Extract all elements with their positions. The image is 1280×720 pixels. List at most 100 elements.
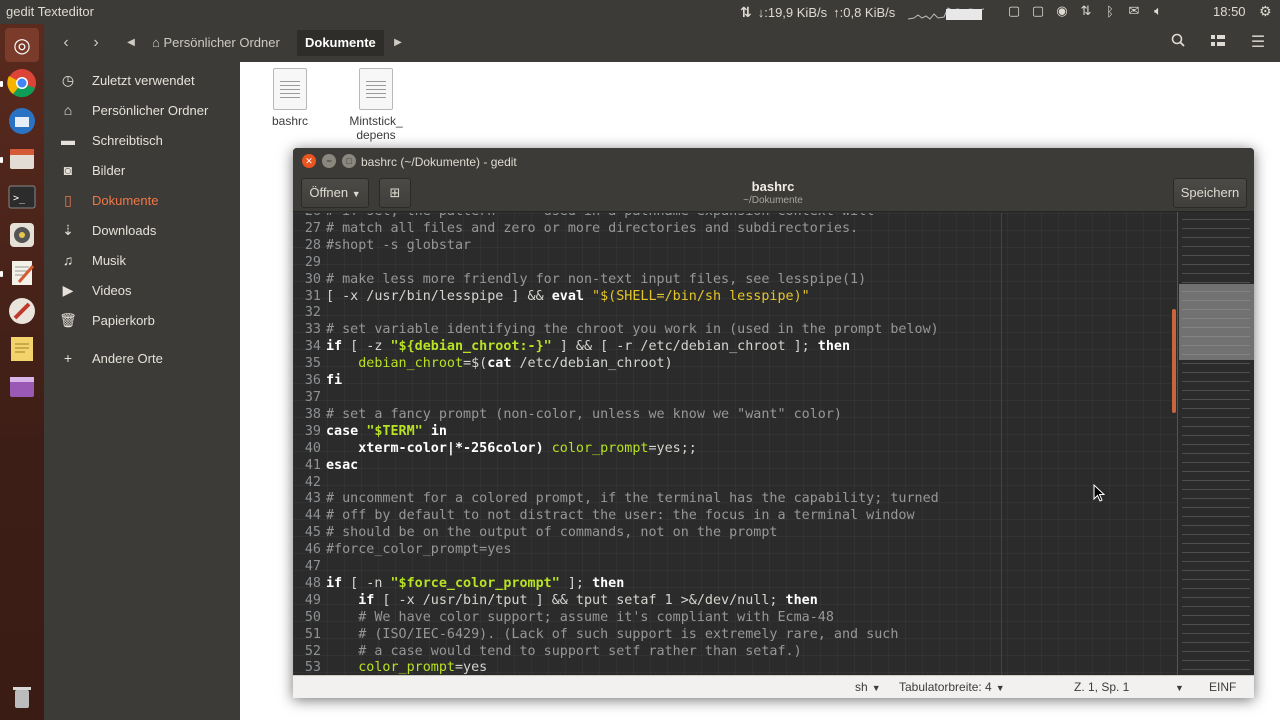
text-editor-icon[interactable] xyxy=(5,256,39,290)
line-number: 52 xyxy=(304,643,321,659)
sidebar-item-trash[interactable]: 🗑︎ Papierkorb xyxy=(44,306,240,334)
close-window-button[interactable]: ✕ xyxy=(302,154,316,168)
position-menu[interactable]: ▼ xyxy=(1171,680,1184,694)
code-line[interactable]: 29 xyxy=(293,255,939,272)
language-selector[interactable]: sh ▼ xyxy=(855,680,881,694)
code-line[interactable]: 33 # set variable identifying the chroot … xyxy=(293,322,939,339)
sidebar-item-music[interactable]: ♫ Musik xyxy=(44,246,240,274)
code-line[interactable]: 32 xyxy=(293,305,939,322)
system-load-graph-icon[interactable] xyxy=(908,6,984,20)
breadcrumb-left-arrow-icon[interactable]: ◀ xyxy=(120,32,142,54)
chrome-icon[interactable] xyxy=(5,66,39,100)
line-text: esac xyxy=(326,457,359,473)
mail-icon[interactable]: ✉ xyxy=(1125,3,1143,19)
code-view[interactable]: 26 # if set, the pattern "**" used in a p… xyxy=(293,213,939,675)
code-line[interactable]: 30 # make less more friendly for non-text… xyxy=(293,272,939,289)
sidebar-item-downloads[interactable]: ⇣ Downloads xyxy=(44,216,240,244)
line-text: # off by default to not distract the use… xyxy=(326,508,915,524)
clock[interactable]: 18:50 xyxy=(1213,4,1246,19)
code-line[interactable]: 36 fi xyxy=(293,373,939,390)
search-icon[interactable] xyxy=(1167,32,1189,54)
sidebar-item-desktop[interactable]: ▬ Schreibtisch xyxy=(44,126,240,154)
code-line[interactable]: 51 # (ISO/IEC-6429). (Lack of such suppo… xyxy=(293,627,939,644)
open-button[interactable]: Öffnen ▼ xyxy=(301,178,369,208)
thunderbird-icon[interactable] xyxy=(5,104,39,138)
tab-width-label: Tabulatorbreite: 4 xyxy=(899,680,992,694)
files-icon[interactable] xyxy=(5,142,39,176)
save-button[interactable]: Speichern xyxy=(1173,178,1247,208)
scrollbar-thumb[interactable] xyxy=(1172,309,1176,413)
back-button[interactable]: ‹ xyxy=(55,32,77,54)
code-line[interactable]: 35 debian_chroot=$(cat /etc/debian_chroo… xyxy=(293,356,939,373)
sidebar-item-videos[interactable]: ▶ Videos xyxy=(44,276,240,304)
network-speed-indicator[interactable]: ⇅ ↓:19,9 KiB/s ↑:0,8 KiB/s xyxy=(740,4,895,21)
code-line[interactable]: 52 # a case would tend to support setf r… xyxy=(293,644,939,661)
line-number: 53 xyxy=(304,660,321,675)
code-line[interactable]: 48 if [ -n "$force_color_prompt" ]; then xyxy=(293,576,939,593)
rhythmbox-icon[interactable] xyxy=(5,218,39,252)
code-line[interactable]: 53 color_prompt=yes xyxy=(293,660,939,675)
minimap-viewport[interactable] xyxy=(1179,284,1254,360)
settings-gear-icon[interactable]: ⚙ xyxy=(1259,3,1272,20)
code-line[interactable]: 28 #shopt -s globstar xyxy=(293,238,939,255)
view-toggle-icon[interactable] xyxy=(1207,32,1229,54)
line-number: 29 xyxy=(304,254,321,270)
code-line[interactable]: 49 if [ -x /usr/bin/tput ] && tput setaf… xyxy=(293,593,939,610)
tab-width-selector[interactable]: Tabulatorbreite: 4 ▼ xyxy=(899,680,1005,694)
code-line[interactable]: 42 xyxy=(293,475,939,492)
app-icon[interactable] xyxy=(5,370,39,404)
insert-mode[interactable]: EINF xyxy=(1209,680,1236,694)
code-line[interactable]: 46 #force_color_prompt=yes xyxy=(293,542,939,559)
indicator-box-icon[interactable]: ▢ xyxy=(1005,3,1023,19)
new-document-button[interactable]: ⊞ xyxy=(379,178,411,208)
code-line[interactable]: 47 xyxy=(293,559,939,576)
code-line[interactable]: 41 esac xyxy=(293,458,939,475)
breadcrumb-right-arrow-icon[interactable]: ▶ xyxy=(387,32,409,54)
file-name: bashrc xyxy=(271,114,309,128)
sidebar-item-home[interactable]: ⌂ Persönlicher Ordner xyxy=(44,96,240,124)
terminal-icon[interactable]: >_ xyxy=(5,180,39,214)
file-item-bashrc[interactable]: bashrc xyxy=(245,68,335,128)
breadcrumb-current[interactable]: Dokumente xyxy=(297,30,384,56)
indicator-box2-icon[interactable]: ▢ xyxy=(1029,3,1047,19)
document-minimap[interactable] xyxy=(1177,212,1254,675)
code-line[interactable]: 40 xterm-color|*-256color) color_prompt=… xyxy=(293,441,939,458)
menu-icon[interactable]: ☰ xyxy=(1247,32,1269,54)
code-line[interactable]: 39 case "$TERM" in xyxy=(293,424,939,441)
sidebar-item-documents[interactable]: ▯ Dokumente xyxy=(44,186,240,214)
file-item-mintstick[interactable]: Mintstick_ depens xyxy=(331,68,421,142)
tools-icon[interactable] xyxy=(5,294,39,328)
line-text: # uncomment for a colored prompt, if the… xyxy=(326,491,939,507)
network-icon[interactable]: ⇅ xyxy=(1077,3,1095,19)
code-line[interactable]: 27 # match all files and zero or more dir… xyxy=(293,221,939,238)
code-line[interactable]: 43 # uncomment for a colored prompt, if t… xyxy=(293,491,939,508)
bluetooth-icon[interactable]: ᛒ xyxy=(1101,4,1119,19)
code-line[interactable]: 38 # set a fancy prompt (non-color, unles… xyxy=(293,407,939,424)
code-line[interactable]: 37 xyxy=(293,390,939,407)
minimize-window-button[interactable]: − xyxy=(322,154,336,168)
trash-icon[interactable] xyxy=(5,680,39,714)
sidebar-item-recent[interactable]: ◷ Zuletzt verwendet xyxy=(44,66,240,94)
code-line[interactable]: 31 [ -x /usr/bin/lesspipe ] && eval "$(SH… xyxy=(293,289,939,306)
code-line[interactable]: 26 # if set, the pattern "**" used in a p… xyxy=(293,213,939,221)
volume-icon[interactable]: 🔈︎ xyxy=(1149,3,1167,19)
code-line[interactable]: 34 if [ -z "${debian_chroot:-}" ] && [ -r… xyxy=(293,339,939,356)
notes-icon[interactable] xyxy=(5,332,39,366)
forward-button[interactable]: › xyxy=(85,32,107,54)
code-line[interactable]: 50 # We have color support; assume it's … xyxy=(293,610,939,627)
text-editor-area[interactable]: 26 # if set, the pattern "**" used in a p… xyxy=(293,213,1177,675)
line-number: 45 xyxy=(304,525,321,541)
line-text: [ -x /usr/bin/lesspipe ] && eval "$(SHEL… xyxy=(326,288,810,304)
code-line[interactable]: 45 # should be on the output of commands,… xyxy=(293,525,939,542)
sidebar-item-other-locations[interactable]: + Andere Orte xyxy=(44,344,240,372)
code-line[interactable]: 44 # off by default to not distract the u… xyxy=(293,508,939,525)
sidebar-item-pictures[interactable]: ◙ Bilder xyxy=(44,156,240,184)
ubuntu-dash-icon[interactable]: ◎ xyxy=(5,28,39,62)
maximize-window-button[interactable]: □ xyxy=(342,154,356,168)
video-icon: ▶ xyxy=(62,281,74,298)
breadcrumb-home[interactable]: ⌂ Persönlicher Ordner xyxy=(144,30,288,56)
sync-icon[interactable]: ◉ xyxy=(1053,3,1071,19)
sidebar-item-label: Persönlicher Ordner xyxy=(92,102,209,118)
window-titlebar[interactable]: ✕ − □ bashrc (~/Dokumente) - gedit xyxy=(293,148,1254,175)
chevron-down-icon: ▼ xyxy=(351,189,361,199)
